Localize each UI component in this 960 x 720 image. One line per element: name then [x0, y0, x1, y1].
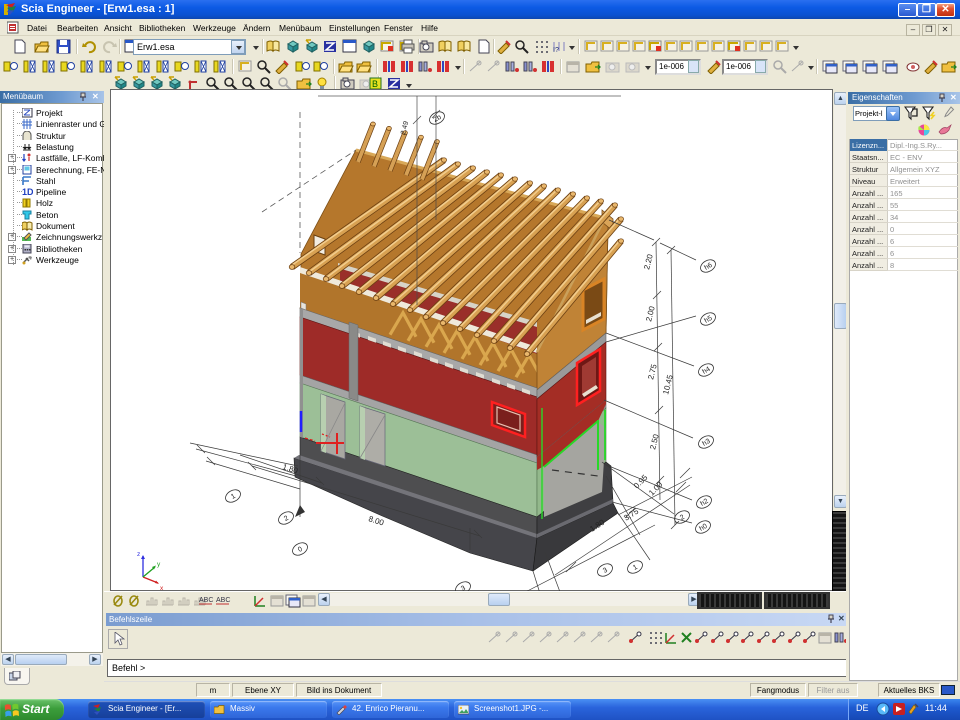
svg-text:3: 3: [602, 567, 609, 575]
svg-text:B: B: [372, 79, 378, 89]
svg-text:2.00: 2.00: [644, 305, 657, 323]
svg-text:0: 0: [297, 546, 304, 554]
svg-text:h0: h0: [698, 523, 708, 533]
svg-text:2: 2: [679, 514, 686, 522]
svg-text:I?: I?: [553, 47, 559, 54]
svg-text:2.75: 2.75: [646, 363, 659, 381]
svg-text:1D: 1D: [22, 187, 33, 197]
svg-text:h4: h4: [701, 366, 711, 376]
svg-text:1: 1: [230, 493, 237, 501]
svg-text:ABC: ABC: [216, 597, 230, 604]
svg-text:2b: 2b: [432, 114, 442, 124]
svg-text:0.95: 0.95: [632, 473, 650, 491]
svg-text:2: 2: [283, 515, 290, 523]
svg-text:2.49: 2.49: [400, 120, 410, 135]
svg-text:h6: h6: [703, 262, 713, 272]
svg-text:ABC: ABC: [199, 597, 213, 604]
svg-text:1: 1: [632, 564, 639, 572]
svg-text:h3: h3: [701, 438, 711, 448]
svg-text:2.20: 2.20: [642, 253, 655, 271]
svg-text:h5: h5: [703, 315, 713, 325]
svg-text:z: z: [137, 551, 140, 558]
svg-text:1.00: 1.00: [647, 480, 665, 498]
svg-text:h2: h2: [699, 498, 709, 508]
svg-text:y: y: [157, 561, 161, 568]
